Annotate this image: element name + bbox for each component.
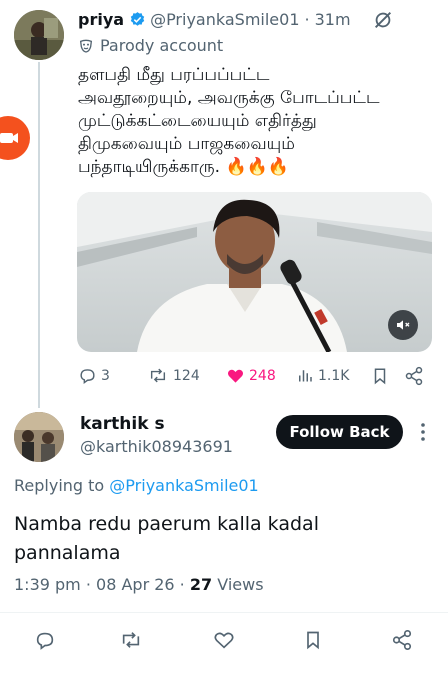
bookmark-icon bbox=[307, 631, 319, 650]
parody-label: Parody account bbox=[100, 36, 224, 55]
like-count: 248 bbox=[249, 367, 276, 384]
mask-icon bbox=[78, 38, 94, 54]
repost-icon bbox=[122, 632, 140, 648]
more-icon[interactable] bbox=[416, 420, 430, 448]
handle[interactable]: @PriyankaSmile01 bbox=[150, 10, 299, 29]
bookmark-button[interactable] bbox=[303, 628, 323, 656]
tweet-text-line: பந்தாடியிருக்காரு. 🔥🔥🔥 bbox=[78, 157, 289, 177]
like-icon bbox=[227, 369, 244, 383]
views-count: 1.1K bbox=[318, 367, 350, 384]
share-icon bbox=[392, 630, 412, 650]
tweet-text-line: திமுகவையும் பாஜகவையும் bbox=[78, 134, 295, 154]
views-action[interactable]: 1.1K bbox=[296, 366, 349, 385]
reply-button[interactable] bbox=[34, 629, 56, 655]
reply-views-count: 27 bbox=[189, 575, 213, 594]
tweet-text-line: அவதூறையும், அவருக்கு போடப்பட்ட bbox=[78, 88, 380, 108]
reply-text-line: Namba redu paerum kalla kadal bbox=[14, 513, 319, 535]
like-icon bbox=[214, 632, 234, 649]
video-call-icon bbox=[0, 133, 18, 143]
views-icon bbox=[299, 370, 312, 382]
reply-display-name[interactable]: karthik s bbox=[80, 414, 165, 434]
tweet-text-line: முட்டுக்கட்டையையும் எதிர்த்து bbox=[78, 111, 317, 131]
reply-text-line: pannalama bbox=[14, 542, 121, 564]
avatar-karthik[interactable] bbox=[14, 412, 64, 462]
reply-action[interactable]: 3 bbox=[78, 366, 110, 385]
share-button[interactable] bbox=[391, 629, 413, 655]
repost-count: 124 bbox=[173, 367, 200, 384]
reply-views-label: Views bbox=[217, 575, 264, 594]
display-name[interactable]: priya bbox=[78, 10, 124, 29]
replying-to: Replying to @PriyankaSmile01 bbox=[14, 476, 259, 495]
volume-icon[interactable] bbox=[388, 310, 418, 340]
repost-action[interactable]: 124 bbox=[147, 366, 200, 385]
tweet-video[interactable] bbox=[77, 192, 432, 352]
reply-icon bbox=[36, 632, 54, 650]
parent-tweet-text: தளபதி மீது பரப்பப்பட்ட அவதூறையும், அவருக… bbox=[78, 64, 438, 179]
avatar-priya[interactable] bbox=[14, 10, 64, 60]
replying-to-prefix: Replying to bbox=[14, 476, 105, 495]
separator-dot: · bbox=[304, 10, 310, 29]
reply-timestamp[interactable]: 1:39 pm · 08 Apr 26 · bbox=[14, 575, 185, 594]
thread-line bbox=[38, 62, 40, 408]
follow-back-button[interactable]: Follow Back bbox=[276, 415, 403, 449]
verified-icon bbox=[129, 11, 146, 28]
divider bbox=[0, 612, 448, 613]
tweet-text-line: தளபதி மீது பரப்பப்பட்ட bbox=[78, 65, 270, 85]
repost-icon bbox=[150, 368, 166, 383]
video-call-fab[interactable] bbox=[0, 116, 30, 160]
like-button[interactable] bbox=[213, 629, 235, 655]
reply-meta: 1:39 pm · 08 Apr 26 · 27 Views bbox=[14, 575, 264, 594]
parody-row: Parody account bbox=[78, 36, 223, 55]
replying-to-handle[interactable]: @PriyankaSmile01 bbox=[109, 476, 258, 495]
reply-handle[interactable]: @karthik08943691 bbox=[80, 437, 233, 456]
repost-button[interactable] bbox=[119, 629, 143, 655]
time-ago[interactable]: 31m bbox=[315, 10, 351, 29]
grok-icon[interactable] bbox=[372, 9, 394, 35]
share-icon[interactable] bbox=[404, 366, 424, 390]
reply-count: 3 bbox=[101, 367, 110, 384]
bookmark-icon[interactable] bbox=[371, 366, 389, 390]
reply-icon bbox=[80, 369, 95, 385]
reply-text: Namba redu paerum kalla kadal pannalama bbox=[14, 510, 319, 568]
parent-header: priya @PriyankaSmile01 · 31m bbox=[78, 10, 351, 29]
like-action[interactable]: 248 bbox=[226, 366, 276, 385]
